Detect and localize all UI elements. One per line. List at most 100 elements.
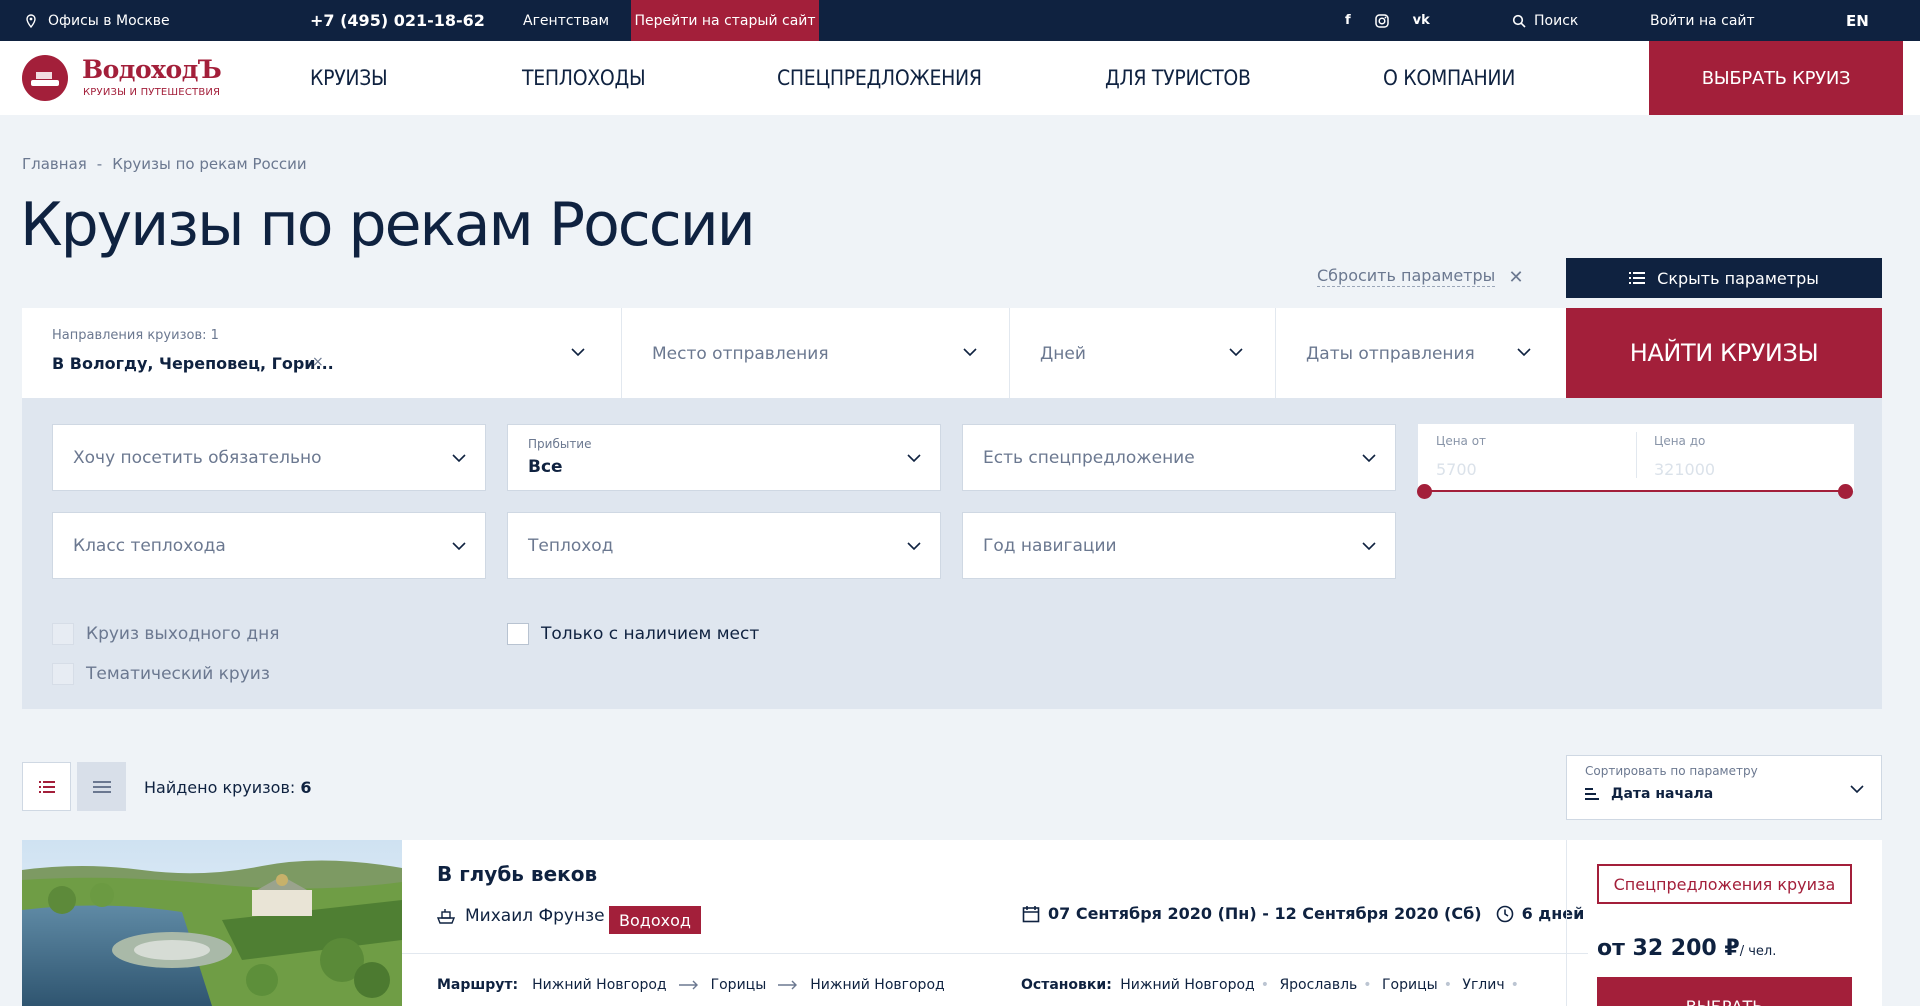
- breadcrumb: Главная - Круизы по рекам России: [22, 155, 307, 173]
- route-stop: Горицы: [710, 977, 767, 993]
- directions-select[interactable]: Направления круизов: 1 В Вологду, Черепо…: [22, 308, 622, 398]
- logo-name: ВодоходЪ: [82, 55, 222, 84]
- results-count: Найдено круизов: 6: [144, 778, 312, 797]
- must-visit-select[interactable]: Хочу посетить обязательно: [52, 424, 486, 491]
- ship-class-select[interactable]: Класс теплохода: [52, 512, 486, 579]
- days-placeholder: Дней: [1040, 344, 1086, 364]
- cruise-price-unit: / чел.: [1739, 944, 1777, 959]
- stop-separator: •: [1363, 977, 1372, 993]
- navigation-year-placeholder: Год навигации: [983, 536, 1117, 556]
- stop-item: Углич: [1462, 977, 1505, 993]
- phone-link[interactable]: +7 (495) 021-18-62: [310, 0, 485, 41]
- price-slider-max-handle[interactable]: [1838, 484, 1853, 499]
- days-select[interactable]: Дней: [1010, 308, 1276, 398]
- reset-filters-link[interactable]: Сбросить параметры: [1317, 266, 1496, 287]
- hide-filters-button[interactable]: Скрыть параметры: [1566, 258, 1882, 298]
- cruise-photo[interactable]: [22, 840, 402, 1006]
- chevron-down-icon: [963, 348, 977, 357]
- must-visit-placeholder: Хочу посетить обязательно: [73, 448, 322, 468]
- stop-item: Ярославль: [1279, 977, 1358, 993]
- directions-value: В Вологду, Череповец, Гори...: [52, 354, 334, 373]
- language-switch[interactable]: EN: [1846, 0, 1869, 41]
- route-label: Маршрут:: [437, 977, 519, 993]
- chevron-down-icon: [452, 542, 466, 551]
- price-to-input[interactable]: 321000: [1654, 460, 1715, 479]
- arrival-value: Все: [528, 457, 563, 477]
- arrival-label: Прибытие: [528, 437, 592, 451]
- special-offer-placeholder: Есть спецпредложение: [983, 448, 1195, 468]
- search-label: Поиск: [1534, 12, 1579, 29]
- old-site-button[interactable]: Перейти на старый сайт: [631, 0, 819, 41]
- logo[interactable]: ВодоходЪ КРУИЗЫ И ПУТЕШЕСТВИЯ: [22, 55, 222, 101]
- extended-filters: Хочу посетить обязательно Прибытие Все Е…: [22, 398, 1882, 709]
- ship-name[interactable]: Михаил Фрунзе: [437, 906, 605, 926]
- cruise-route: Маршрут: Нижний Новгород Горицы Нижний Н…: [437, 977, 945, 993]
- price-slider-track[interactable]: [1424, 490, 1846, 492]
- ship-select[interactable]: Теплоход: [507, 512, 941, 579]
- instagram-icon[interactable]: [1374, 13, 1389, 28]
- breadcrumb-current: Круизы по рекам России: [112, 155, 307, 173]
- chevron-down-icon: [571, 348, 585, 357]
- directions-clear-icon[interactable]: ×: [312, 354, 324, 370]
- route-stop: Нижний Новгород: [810, 977, 945, 993]
- price-range: Цена от 5700 Цена до 321000: [1418, 424, 1854, 491]
- agency-link[interactable]: Агентствам: [523, 0, 609, 41]
- location-pin-icon: [26, 13, 36, 28]
- special-offers-button[interactable]: Спецпредложения круиза: [1597, 864, 1852, 904]
- nav-item-special-offers[interactable]: СПЕЦПРЕДЛОЖЕНИЯ: [777, 41, 982, 115]
- results-count-value: 6: [300, 778, 312, 797]
- chevron-down-icon: [1362, 454, 1376, 463]
- dates-select[interactable]: Даты отправления: [1276, 308, 1566, 398]
- nav-item-ships[interactable]: ТЕПЛОХОДЫ: [522, 41, 646, 115]
- breadcrumb-separator: -: [96, 155, 103, 173]
- reset-close-icon[interactable]: ✕: [1506, 268, 1526, 288]
- cruise-dates-text: 07 Сентября 2020 (Пн) - 12 Сентября 2020…: [1048, 904, 1482, 923]
- facebook-icon[interactable]: f: [1345, 13, 1351, 28]
- arrival-select[interactable]: Прибытие Все: [507, 424, 941, 491]
- chevron-down-icon: [452, 454, 466, 463]
- chevron-down-icon: [907, 542, 921, 551]
- ship-name-text: Михаил Фрунзе: [465, 906, 605, 926]
- logo-tagline: КРУИЗЫ И ПУТЕШЕСТВИЯ: [83, 87, 221, 98]
- sort-select[interactable]: Сортировать по параметру Дата начала: [1566, 755, 1882, 820]
- cruise-stops: Остановки: Нижний Новгород • Ярославль • Г…: [1021, 977, 1525, 993]
- price-from-input[interactable]: 5700: [1436, 460, 1477, 479]
- login-link[interactable]: Войти на сайт: [1650, 0, 1755, 41]
- compact-view-icon: [92, 780, 111, 793]
- compact-view-button[interactable]: [77, 762, 126, 811]
- thematic-cruise-checkbox[interactable]: Тематический круиз: [52, 663, 270, 685]
- price-divider: [1636, 432, 1637, 478]
- offices-link[interactable]: Офисы в Москве: [24, 0, 170, 41]
- nav-item-for-tourists[interactable]: ДЛЯ ТУРИСТОВ: [1105, 41, 1251, 115]
- cruise-photo-image: [22, 840, 402, 1006]
- cruise-price-value: от 32 200 ₽: [1597, 936, 1740, 961]
- chevron-down-icon: [1362, 542, 1376, 551]
- nav-item-cruises[interactable]: КРУИЗЫ: [310, 41, 388, 115]
- chevron-down-icon: [907, 454, 921, 463]
- cruise-price: от 32 200 ₽/ чел.: [1597, 936, 1776, 961]
- arrow-right-icon: [778, 980, 798, 990]
- company-badge: Водоход: [609, 906, 701, 934]
- departure-select[interactable]: Место отправления: [622, 308, 1010, 398]
- navigation-year-select[interactable]: Год навигации: [962, 512, 1396, 579]
- search-link[interactable]: Поиск: [1512, 0, 1578, 41]
- cruise-card: В глубь веков Михаил Фрунзе Водоход 07 С…: [22, 840, 1882, 1006]
- breadcrumb-home[interactable]: Главная: [22, 155, 87, 173]
- weekend-cruise-checkbox[interactable]: Круиз выходного дня: [52, 623, 279, 645]
- cruise-dates: 07 Сентября 2020 (Пн) - 12 Сентября 2020…: [1022, 904, 1584, 923]
- select-cruise-button[interactable]: ВЫБРАТЬ: [1597, 977, 1852, 1006]
- dates-placeholder: Даты отправления: [1306, 344, 1475, 364]
- route-stop: Нижний Новгород: [532, 977, 667, 993]
- nav-item-about[interactable]: О КОМПАНИИ: [1383, 41, 1515, 115]
- stop-item: Горицы: [1382, 977, 1438, 993]
- special-offer-select[interactable]: Есть спецпредложение: [962, 424, 1396, 491]
- ship-icon: [437, 909, 455, 924]
- sort-label: Сортировать по параметру: [1585, 764, 1758, 778]
- available-only-checkbox[interactable]: Только с наличием мест: [507, 623, 759, 645]
- vk-icon[interactable]: vk: [1413, 13, 1430, 28]
- choose-cruise-button[interactable]: ВЫБРАТЬ КРУИЗ: [1649, 41, 1903, 115]
- price-slider-min-handle[interactable]: [1417, 484, 1432, 499]
- find-cruises-button[interactable]: НАЙТИ КРУИЗЫ: [1566, 308, 1882, 398]
- list-view-button[interactable]: [22, 762, 71, 811]
- cruise-name[interactable]: В глубь веков: [437, 862, 597, 886]
